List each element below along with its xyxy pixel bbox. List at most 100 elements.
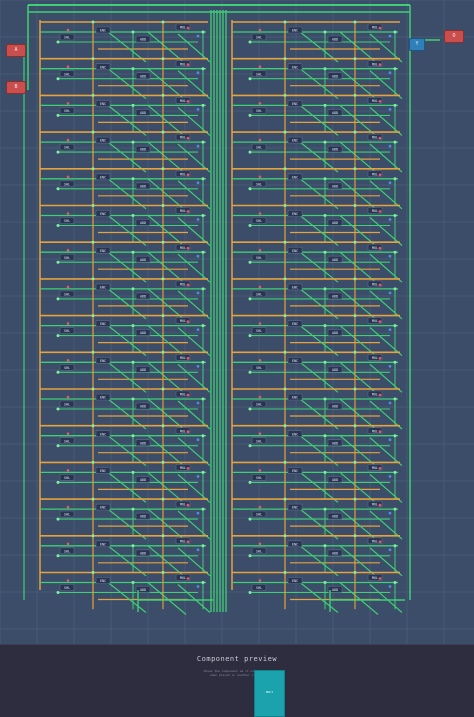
gate-label: MUL	[372, 209, 378, 213]
output-pin-o[interactable]: O	[444, 30, 464, 43]
input-pin-a[interactable]: A	[6, 44, 26, 57]
gate-label: ENC	[292, 29, 298, 33]
junction-dot	[393, 544, 397, 548]
gate-label: SHL	[64, 329, 70, 333]
input-pin-b[interactable]: B	[6, 81, 26, 94]
gate-label: SHL	[64, 256, 70, 260]
junction-dot	[201, 177, 205, 181]
junction-dot	[248, 591, 252, 594]
gate-label: ADD	[332, 258, 338, 262]
junction-dot	[248, 407, 252, 411]
gate-label: ENC	[292, 102, 298, 106]
wire	[177, 363, 211, 393]
junction-dot	[393, 177, 397, 181]
output-pin-y-label: Y	[415, 41, 419, 47]
junction-dot	[131, 324, 135, 328]
input-pin-a-label: A	[14, 47, 18, 53]
junction-dot	[131, 214, 135, 217]
junction-dot	[283, 167, 287, 171]
gate-label: ENC	[292, 579, 298, 583]
junction-dot	[91, 534, 95, 538]
junction-dot	[161, 571, 165, 574]
junction-dot	[161, 460, 165, 464]
junction-dot	[91, 277, 95, 281]
junction-dot	[248, 150, 252, 154]
junction-dot	[393, 103, 397, 107]
junction-dot	[248, 370, 252, 374]
pin-marker	[388, 218, 392, 221]
gate-label: MUL	[372, 62, 378, 66]
gate-label: SHL	[256, 366, 262, 370]
gate-label: SHL	[256, 182, 262, 186]
gate-label: ENC	[100, 212, 106, 216]
junction-dot	[161, 314, 165, 318]
pin-marker	[196, 511, 200, 515]
pin-marker	[186, 173, 190, 177]
junction-dot	[323, 434, 327, 438]
gate-label: MUL	[180, 429, 186, 433]
gate-label: MUL	[372, 319, 378, 323]
circuit-board[interactable]: SHL ENC ADD MUL SHL ENC ADD MUL SHL ENC ADD MUL SHL E…	[0, 0, 474, 644]
wire	[177, 510, 211, 540]
gate-label: ENC	[292, 65, 298, 69]
junction-dot	[283, 314, 287, 318]
junction-dot	[283, 460, 287, 464]
junction-dot	[393, 507, 397, 511]
pin-marker	[66, 469, 70, 472]
gate-label: SHL	[64, 586, 70, 590]
junction-dot	[393, 140, 397, 144]
junction-dot	[201, 581, 205, 584]
gate-label: ADD	[332, 478, 338, 482]
gate-label: SHL	[64, 439, 70, 443]
gate-label: ENC	[292, 469, 298, 473]
junction-dot	[393, 397, 397, 401]
circuit-wiring[interactable]: SHL ENC ADD MUL SHL ENC ADD MUL SHL ENC ADD MUL SHL E…	[0, 0, 474, 644]
wire	[369, 253, 403, 283]
gate-label: ADD	[140, 368, 146, 372]
junction-dot	[353, 167, 357, 171]
junction-dot	[283, 277, 287, 281]
pin-marker	[258, 469, 262, 472]
pin-marker	[258, 102, 262, 105]
gate-label: ENC	[100, 65, 106, 69]
gate-label: SHL	[256, 146, 262, 150]
preview-title: Component preview	[196, 655, 278, 663]
gate-label: SHL	[64, 513, 70, 517]
gate-label: ADD	[140, 515, 146, 519]
junction-dot	[323, 140, 327, 144]
junction-dot	[201, 397, 205, 401]
gate-label: MUL	[372, 356, 378, 360]
pin-marker	[388, 364, 392, 368]
pin-marker	[186, 540, 190, 544]
pin-marker	[186, 210, 190, 213]
pin-marker	[378, 100, 382, 103]
wire	[369, 327, 403, 357]
pin-marker	[258, 395, 262, 399]
pin-marker	[378, 430, 382, 434]
junction-dot	[323, 581, 327, 584]
junction-dot	[353, 460, 357, 464]
junction-dot	[56, 334, 60, 338]
gate-label: MUL	[372, 246, 378, 250]
gate-label: ADD	[332, 441, 338, 445]
preview-chip-label: MULT	[265, 690, 274, 694]
pin-marker	[378, 320, 382, 323]
junction-dot	[353, 424, 357, 428]
pin-marker	[186, 467, 190, 470]
junction-dot	[353, 240, 357, 244]
junction-dot	[131, 140, 135, 144]
gate-label: SHL	[256, 293, 262, 297]
pin-marker	[258, 138, 262, 142]
pin-marker	[258, 175, 262, 179]
junction-dot	[201, 470, 205, 474]
junction-dot	[131, 67, 135, 71]
junction-dot	[131, 434, 135, 438]
pin-marker	[66, 65, 70, 68]
gate-label: ADD	[332, 38, 338, 42]
junction-dot	[323, 287, 327, 291]
pin-marker	[66, 505, 70, 509]
pin-marker	[66, 542, 70, 546]
wire	[369, 547, 403, 577]
gate-label: ENC	[100, 432, 106, 436]
output-pin-y[interactable]: Y	[409, 38, 425, 51]
